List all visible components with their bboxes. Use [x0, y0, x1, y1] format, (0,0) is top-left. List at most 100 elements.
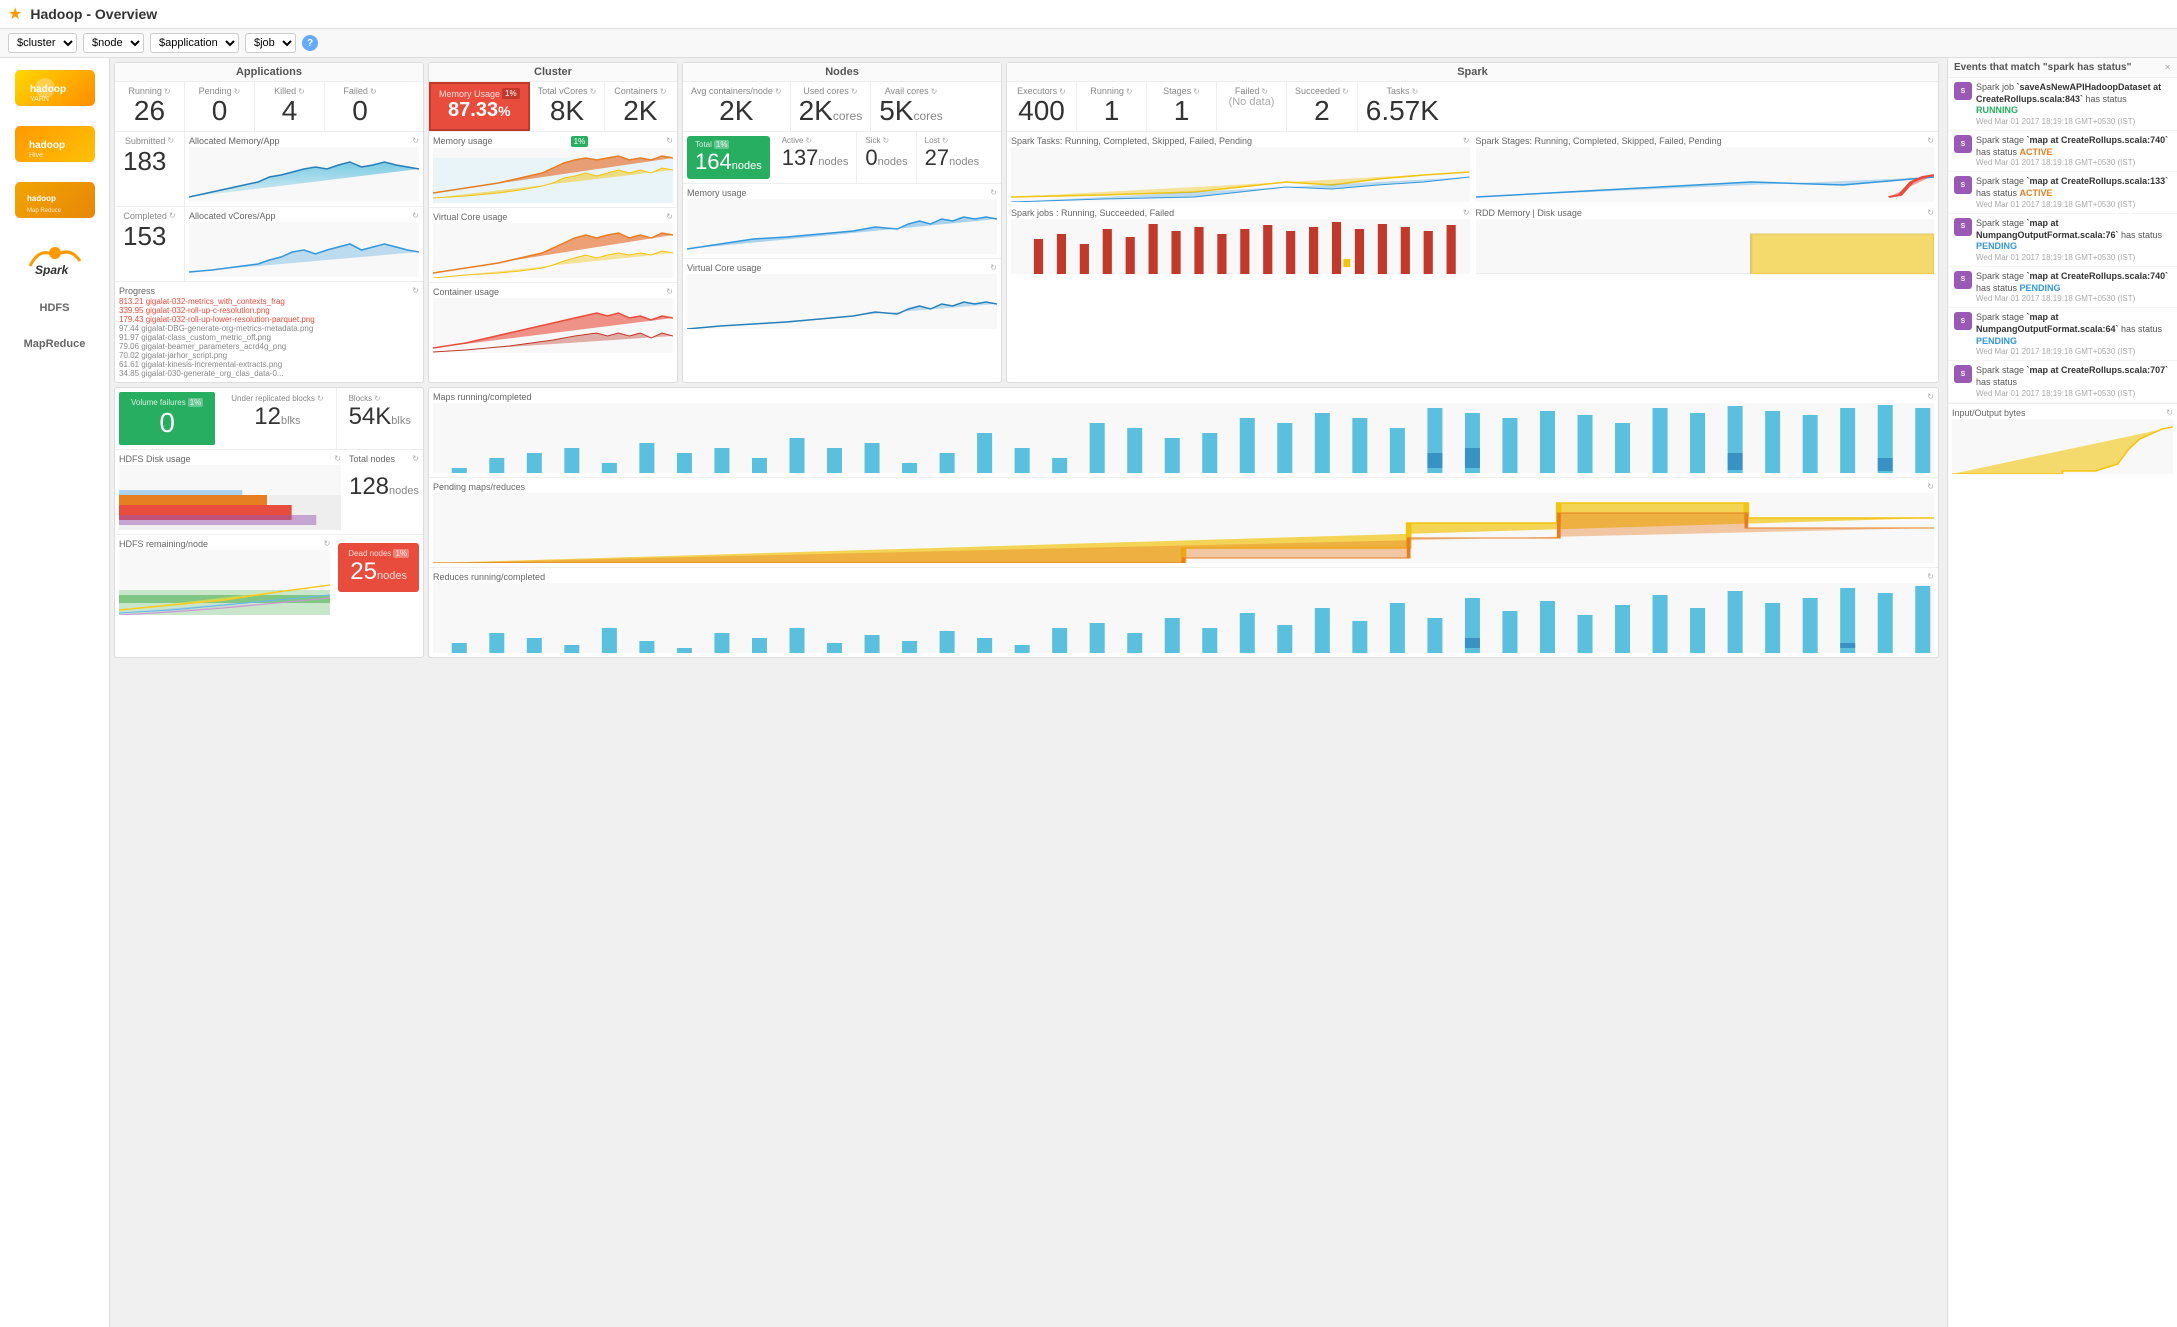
node-select[interactable]: $node — [83, 33, 144, 53]
hdfs-disk-refresh[interactable]: ↻ — [334, 454, 341, 464]
rdd-refresh[interactable]: ↻ — [1927, 208, 1934, 218]
reduces-running-refresh[interactable]: ↻ — [1927, 572, 1934, 582]
vcore-chart-refresh[interactable]: ↻ — [666, 212, 673, 222]
cluster-header: Cluster — [429, 63, 677, 82]
sidebar-item-spark[interactable]: Spark — [7, 234, 102, 282]
applications-section: Applications Running ↻ 26 — [114, 62, 424, 383]
executors-card: Executors ↻ 400 — [1007, 82, 1077, 131]
lost-nodes-refresh[interactable]: ↻ — [942, 136, 949, 145]
running-value: 26 — [123, 96, 176, 127]
svg-text:Map Reduce: Map Reduce — [27, 208, 62, 214]
succeeded-refresh[interactable]: ↻ — [1342, 87, 1349, 96]
hdfs-remaining-area — [119, 550, 330, 615]
containers-refresh[interactable]: ↻ — [660, 87, 667, 96]
hdfs-remaining-chart: HDFS remaining/node ↻ — [115, 535, 334, 619]
hdfs-second-row: HDFS Disk usage ↻ — [115, 449, 423, 534]
io-bytes-title: Input/Output bytes ↻ — [1952, 408, 2173, 418]
failed-card: Failed ↻ 0 — [325, 82, 395, 131]
spark-stages-refresh[interactable]: ↻ — [1927, 136, 1934, 146]
under-replicated-refresh[interactable]: ↻ — [317, 394, 324, 403]
tasks-card: Tasks ↻ 6.57K — [1358, 82, 1447, 131]
completed-refresh[interactable]: ↻ — [169, 211, 176, 220]
spark-running-card: Running ↻ 1 — [1077, 82, 1147, 131]
application-select[interactable]: $application — [150, 33, 239, 53]
container-chart-title: Container usage ↻ — [433, 287, 673, 297]
succeeded-card: Succeeded ↻ 2 — [1287, 82, 1358, 131]
progress-refresh[interactable]: ↻ — [412, 286, 419, 296]
failed-refresh[interactable]: ↻ — [370, 87, 377, 96]
second-row: Volume failures 1% 0 Under replicated bl… — [114, 387, 1939, 658]
sick-nodes-refresh[interactable]: ↻ — [883, 136, 890, 145]
io-bytes-area — [1952, 419, 2173, 474]
svg-text:hadoop: hadoop — [27, 194, 56, 203]
spark-tasks-refresh[interactable]: ↻ — [1463, 136, 1470, 146]
blocks-refresh[interactable]: ↻ — [374, 394, 381, 403]
svg-text:hadoop: hadoop — [29, 140, 65, 151]
allocated-memory-refresh[interactable]: ↻ — [412, 136, 419, 146]
hdfs-disk-chart: HDFS Disk usage ↻ — [115, 450, 345, 534]
submitted-label: Submitted ↻ — [123, 136, 176, 146]
avail-cores-card: Avail cores ↻ 5Kcores — [871, 82, 951, 131]
killed-refresh[interactable]: ↻ — [298, 87, 305, 96]
maps-running-refresh[interactable]: ↻ — [1927, 392, 1934, 402]
pending-value: 0 — [193, 96, 246, 127]
avail-cores-refresh[interactable]: ↻ — [931, 87, 938, 96]
vol-failures-value: 0 — [131, 407, 203, 439]
memory-usage-label: Memory Usage 1% — [439, 88, 520, 99]
vcore-chart-title: Virtual Core usage ↻ — [433, 212, 673, 222]
sick-nodes-card: Sick ↻ 0nodes — [857, 132, 916, 183]
dead-nodes-card: Dead nodes 1% 25nodes — [334, 535, 423, 619]
avg-containers-refresh[interactable]: ↻ — [775, 87, 782, 96]
container-chart-refresh[interactable]: ↻ — [666, 287, 673, 297]
used-cores-refresh[interactable]: ↻ — [851, 87, 858, 96]
event-text-3: Spark stage `map at CreateRollups.scala:… — [1976, 176, 2171, 208]
event-text-5: Spark stage `map at CreateRollups.scala:… — [1976, 271, 2171, 303]
hdfs-remaining-refresh[interactable]: ↻ — [324, 539, 331, 549]
vcores-refresh[interactable]: ↻ — [590, 87, 597, 96]
event-item-6: S Spark stage `map at NumpangOutputForma… — [1948, 308, 2177, 361]
main-body: hadoop YARN hadoop Hive hadoop — [0, 58, 2177, 1327]
total-vcores-value: 8K — [538, 96, 597, 127]
mapreduce-sidebar-label: MapReduce — [24, 330, 86, 354]
node-memory-refresh[interactable]: ↻ — [990, 188, 997, 198]
total-nodes-refresh[interactable]: ↻ — [412, 454, 419, 464]
sidebar-item-hadoop-yarn[interactable]: hadoop YARN — [7, 66, 102, 110]
rdd-area — [1476, 219, 1935, 274]
spark-running-refresh[interactable]: ↻ — [1126, 87, 1133, 96]
io-bytes-chart: Input/Output bytes ↻ — [1948, 403, 2177, 478]
containers-value: 2K — [613, 96, 667, 127]
cluster-select[interactable]: $cluster — [8, 33, 77, 53]
allocated-vcores-refresh[interactable]: ↻ — [412, 211, 419, 221]
spark-failed-label: Failed ↻ — [1225, 86, 1278, 96]
total-nodes-value: 128nodes — [349, 465, 419, 501]
help-icon[interactable]: ? — [302, 35, 318, 51]
avg-containers-value: 2K — [691, 96, 782, 127]
stages-refresh[interactable]: ↻ — [1193, 87, 1200, 96]
spark-jobs-refresh[interactable]: ↻ — [1463, 208, 1470, 218]
svg-text:Hive: Hive — [29, 152, 43, 158]
event-item-1: S Spark job `saveAsNewAPIHadoopDataset a… — [1948, 78, 2177, 131]
executors-value: 400 — [1015, 96, 1068, 127]
active-nodes-refresh[interactable]: ↻ — [806, 136, 813, 145]
job-select[interactable]: $job — [245, 33, 296, 53]
events-refresh-btn[interactable]: ✕ — [2164, 62, 2171, 73]
sidebar-item-hadoop-hive[interactable]: hadoop Hive — [7, 122, 102, 166]
node-vcore-refresh[interactable]: ↻ — [990, 263, 997, 273]
events-column: Events that match "spark has status" ✕ S… — [1947, 58, 2177, 1327]
active-nodes-card: Active ↻ 137nodes — [774, 132, 858, 183]
spark-failed-refresh[interactable]: ↻ — [1261, 87, 1268, 96]
io-bytes-refresh[interactable]: ↻ — [2166, 408, 2173, 418]
sidebar-item-hadoop-mapreduce[interactable]: hadoop Map Reduce — [7, 178, 102, 222]
pending-refresh[interactable]: ↻ — [234, 87, 241, 96]
memory-chart-area — [433, 148, 673, 203]
submitted-refresh[interactable]: ↻ — [167, 136, 174, 145]
total-vcores-card: Total vCores ↻ 8K — [530, 82, 606, 131]
spark-tasks-title: Spark Tasks: Running, Completed, Skipped… — [1011, 136, 1470, 146]
pending-maps-refresh[interactable]: ↻ — [1927, 482, 1934, 492]
dead-nodes-value: 25nodes — [348, 558, 409, 586]
app-third-row: Completed ↻ 153 Allocated vCores/App ↻ — [115, 206, 423, 281]
memory-chart-refresh[interactable]: ↻ — [666, 136, 673, 147]
event-icon-2: S — [1954, 135, 1972, 153]
lost-nodes-value: 27nodes — [925, 145, 979, 171]
toolbar: $cluster $node $application $job ? — [0, 29, 2177, 58]
